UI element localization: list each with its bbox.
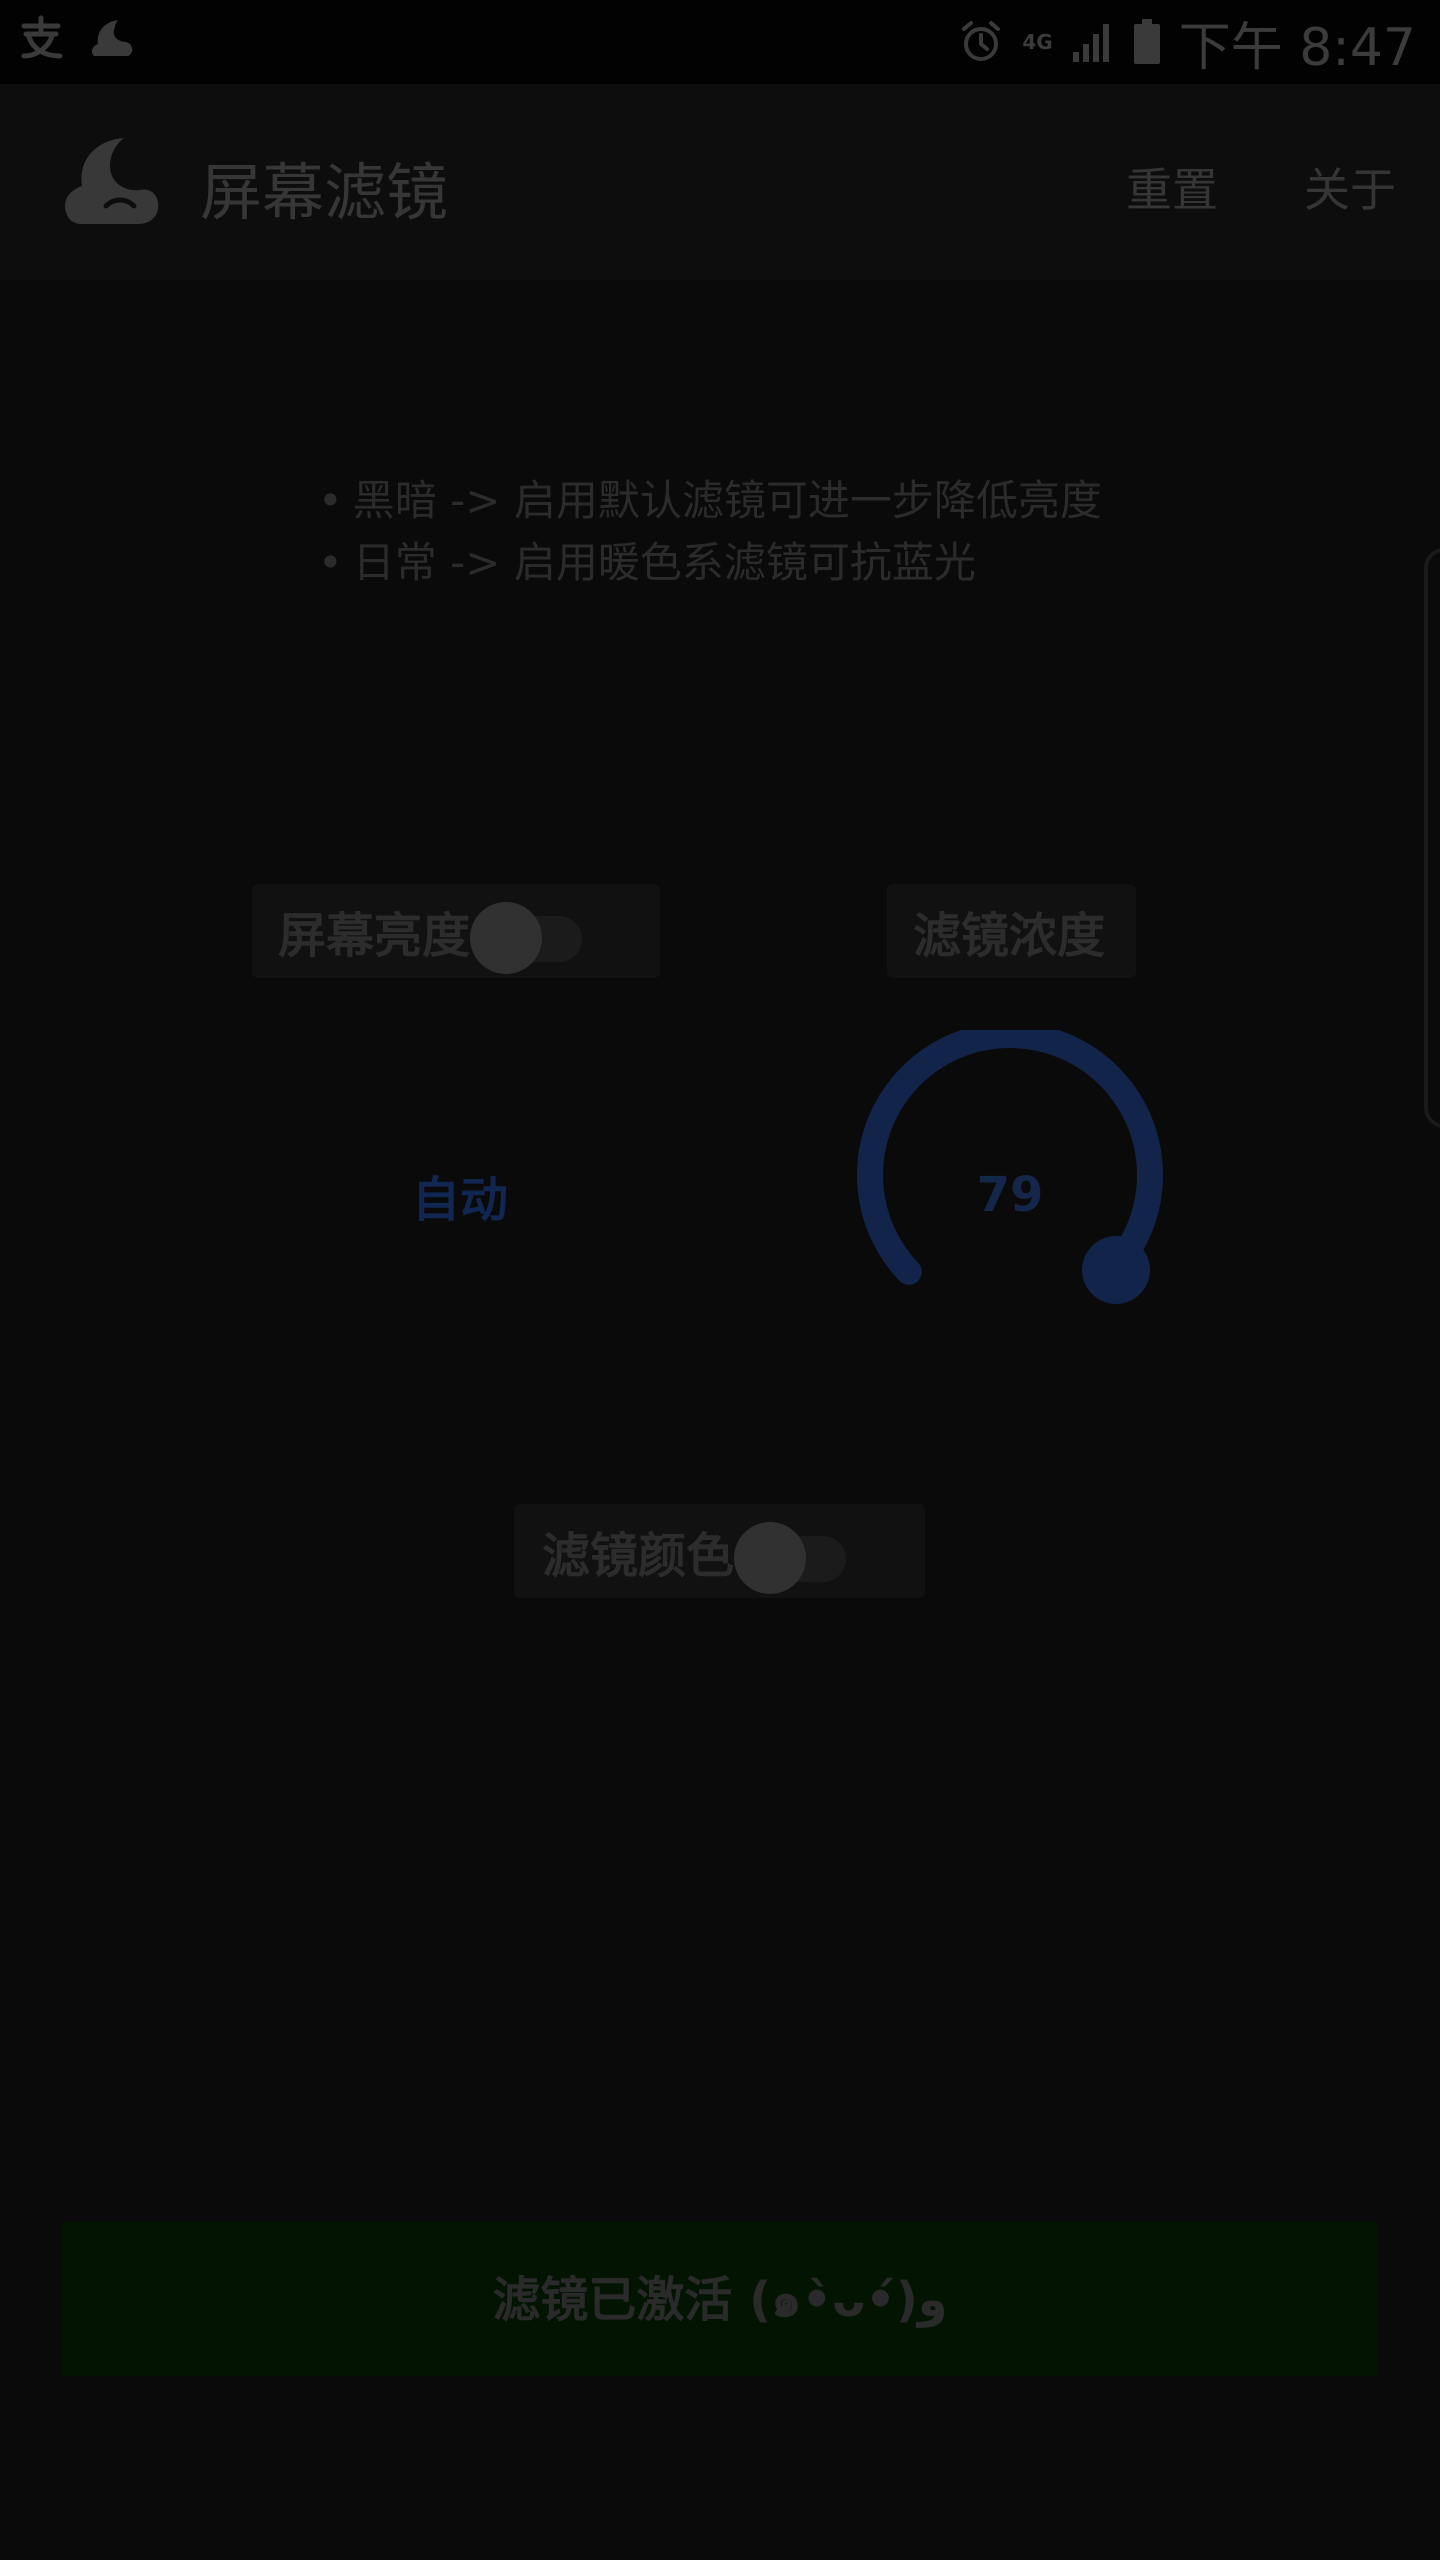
app-bar: 屏幕滤镜 重置 关于 [0,84,1440,280]
status-bar: 4G 下午 8:47 [0,0,1440,84]
tip-bullet: • [318,538,343,587]
tip-text: 黑暗 -> 启用默认滤镜可进一步降低亮度 [352,476,1102,525]
status-time: 下午 8:47 [1178,17,1416,78]
alipay-icon [21,15,63,59]
brightness-auto-value[interactable]: 自动 [412,1160,508,1230]
toggle-thumb [734,1522,807,1594]
alarm-icon [962,21,1001,61]
moon-logo-icon [64,138,159,224]
density-label: 滤镜浓度 [913,908,1106,964]
moon-app-icon [91,20,133,56]
tips-list: • 黑暗 -> 启用默认滤镜可进一步降低亮度 • 日常 -> 启用暖色系滤镜可抗蓝光 [318,470,1102,594]
density-chip[interactable]: 滤镜浓度 [887,884,1136,978]
brightness-chip: 屏幕亮度 [252,884,660,978]
status-system: 4G 下午 8:47 [958,8,1416,78]
filter-activate-button[interactable]: 滤镜已激活 (๑•̀ᴗ•́)و [62,2222,1378,2376]
app-title: 屏幕滤镜 [200,156,449,229]
toggle-thumb [470,902,543,974]
about-button[interactable]: 关于 [1304,154,1396,220]
brightness-label: 屏幕亮度 [278,908,471,964]
network-type: 4G [1022,30,1053,54]
filter-color-chip: 滤镜颜色 [514,1504,925,1598]
tip-bullet: • [318,476,343,525]
activate-label: 滤镜已激活 (๑•̀ᴗ•́)و [492,2272,948,2328]
density-dial[interactable]: 79 [850,1022,1170,1350]
brightness-toggle[interactable] [470,884,590,978]
density-value: 79 [976,1167,1044,1223]
filter-color-label: 滤镜颜色 [542,1528,735,1584]
tip-item: • 黑暗 -> 启用默认滤镜可进一步降低亮度 [318,470,1102,532]
reset-button[interactable]: 重置 [1126,154,1218,220]
signal-icon [1072,24,1109,62]
filter-color-toggle[interactable] [734,1504,854,1598]
status-notifications [18,14,136,62]
edge-drawer-handle[interactable] [1424,548,1440,1128]
battery-icon [1133,19,1160,64]
tip-text: 日常 -> 启用暖色系滤镜可抗蓝光 [352,538,976,587]
tip-item: • 日常 -> 启用暖色系滤镜可抗蓝光 [318,532,1102,594]
